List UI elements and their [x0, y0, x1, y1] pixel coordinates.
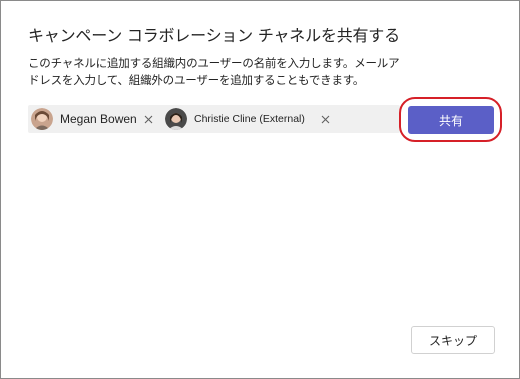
person-chip-label: Megan Bowen: [60, 112, 137, 126]
person-chip-label: Christie Cline (External): [194, 113, 305, 125]
share-button[interactable]: 共有: [408, 106, 494, 134]
person-chip-christie-cline: Christie Cline (External): [165, 107, 329, 131]
dialog-title: キャンペーン コラボレーション チャネルを共有する: [28, 26, 400, 45]
share-channel-dialog: キャンペーン コラボレーション チャネルを共有する このチャネルに追加する組織内…: [0, 0, 520, 379]
close-icon[interactable]: [140, 107, 156, 131]
dialog-description: このチャネルに追加する組織内のユーザーの名前を入力します。メールアドレスを入力し…: [28, 56, 400, 87]
person-chip-megan-bowen: Megan Bowen: [31, 107, 152, 131]
skip-button[interactable]: スキップ: [411, 326, 495, 354]
person-avatar: [31, 108, 53, 130]
close-icon[interactable]: [317, 107, 333, 131]
person-avatar: [165, 108, 187, 130]
people-picker[interactable]: Megan Bowen Christie Cline (External): [28, 105, 400, 133]
